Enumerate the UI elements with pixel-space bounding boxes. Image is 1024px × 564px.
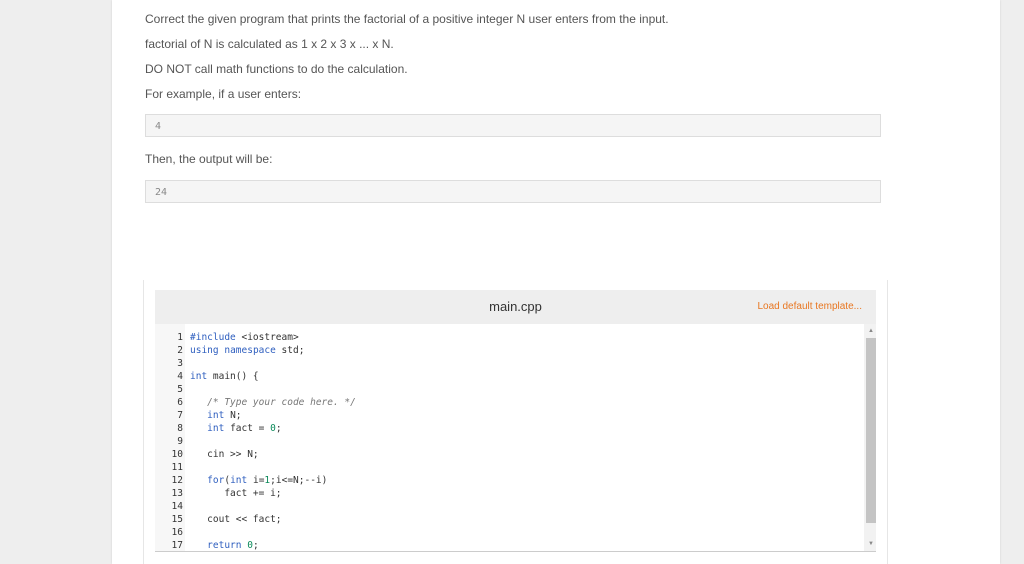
code-line-text: using namespace std; [190, 345, 305, 356]
code-line-text: #include <iostream> [190, 332, 299, 343]
code-line-text: /* Type your code here. */ [190, 397, 356, 408]
line-number: 9 [177, 436, 183, 447]
line-number: 13 [171, 488, 183, 499]
code-line-text: cout << fact; [190, 514, 282, 525]
line-number: 5 [177, 384, 183, 395]
line-number: 7 [177, 410, 183, 421]
scrollbar-thumb[interactable] [866, 338, 876, 523]
code-editor-panel: main.cpp Load default template... 1 #incl… [143, 280, 888, 564]
instruction-line-3: DO NOT call math functions to do the cal… [145, 62, 408, 76]
load-default-template-link[interactable]: Load default template... [757, 301, 862, 312]
line-number: 12 [171, 475, 183, 486]
output-intro-text: Then, the output will be: [145, 152, 273, 166]
line-number: 2 [177, 345, 183, 356]
code-line-text: int main() { [190, 371, 259, 382]
code-line-text: for(int i=1;i<=N;--i) [207, 475, 328, 486]
code-editor[interactable]: 1 #include <iostream> 2 using namespace std… [155, 324, 876, 552]
line-number: 4 [177, 371, 183, 382]
code-line-text: return 0; [207, 540, 259, 551]
editor-header: main.cpp Load default template... [155, 290, 876, 324]
line-number: 3 [177, 358, 183, 369]
line-number: 1 [177, 332, 183, 343]
line-number: 11 [171, 462, 183, 473]
instruction-line-4: For example, if a user enters: [145, 87, 302, 101]
line-number: 10 [171, 449, 183, 460]
code-text-area[interactable]: 1 #include <iostream> 2 using namespace std… [155, 324, 864, 551]
code-line-text: cin >> N; [190, 449, 259, 460]
scroll-up-arrow-icon[interactable]: ▲ [866, 326, 876, 336]
scroll-down-arrow-icon[interactable]: ▼ [866, 539, 876, 549]
instruction-line-2: factorial of N is calculated as 1 x 2 x … [145, 37, 394, 51]
editor-scrollbar[interactable]: ▲ ▼ [864, 324, 876, 551]
line-number: 16 [171, 527, 183, 538]
line-number: 6 [177, 397, 183, 408]
instruction-line-1: Correct the given program that prints th… [145, 12, 669, 26]
code-line-text: int N; [207, 410, 242, 421]
line-number: 17 [171, 540, 183, 551]
line-number: 15 [171, 514, 183, 525]
code-line-text: int fact = 0; [207, 423, 282, 434]
sample-input-box: 4 [145, 114, 881, 137]
line-number: 8 [177, 423, 183, 434]
code-line-text: fact += i; [190, 488, 282, 499]
lab-page: Correct the given program that prints th… [112, 0, 1000, 564]
sample-output-box: 24 [145, 180, 881, 203]
line-number: 14 [171, 501, 183, 512]
